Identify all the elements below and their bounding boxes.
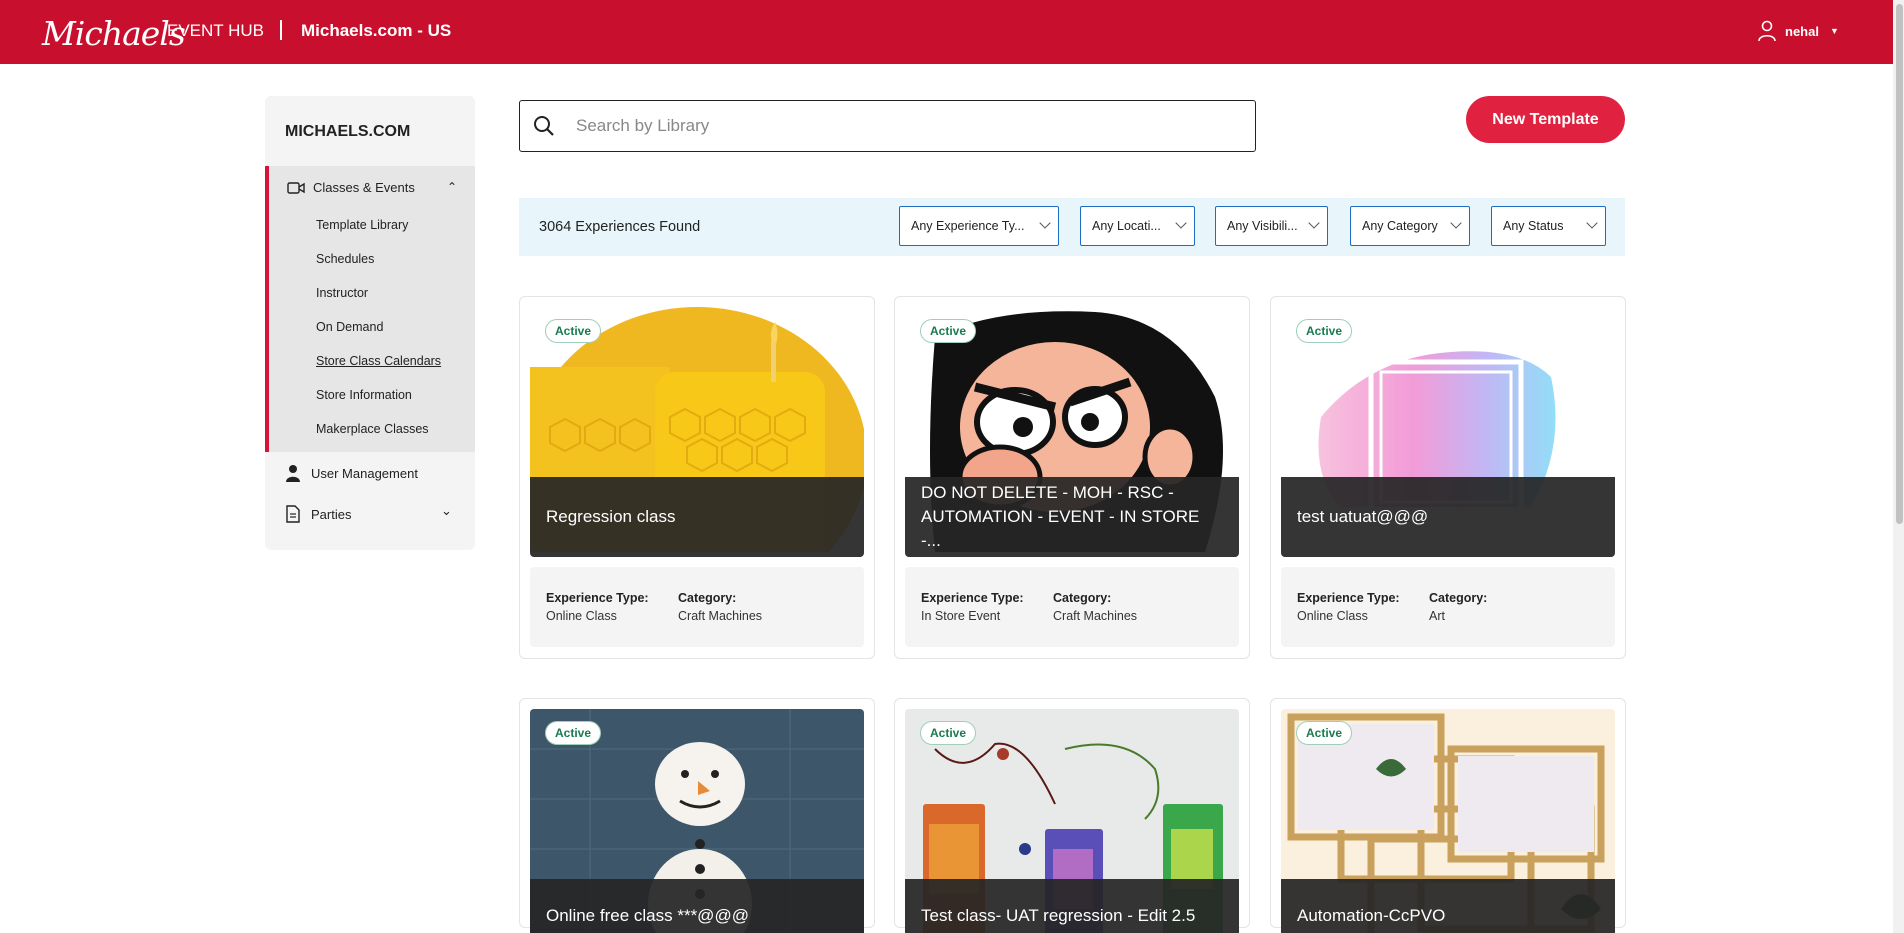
experience-type-label: Experience Type: — [546, 591, 649, 605]
sidebar-item-instructor[interactable]: Instructor — [316, 286, 368, 300]
experience-card[interactable]: Active Automation-CcPVO — [1270, 698, 1626, 933]
chevron-down-icon — [1039, 217, 1051, 229]
status-badge: Active — [545, 721, 602, 745]
filter-bar: 3064 Experiences Found Any Experience Ty… — [519, 198, 1625, 256]
user-name: nehal — [1785, 23, 1819, 39]
sidebar: MICHAELS.COM Classes & Events ⌃ Template… — [265, 96, 475, 550]
user-menu[interactable]: nehal ▼ — [1757, 20, 1839, 42]
sidebar-item-label: User Management — [311, 465, 418, 481]
card-title: Test class- UAT regression - Edit 2.5 — [905, 879, 1239, 933]
experience-card[interactable]: Active Test class- UAT regression - Edit… — [894, 698, 1250, 933]
category-value: Art — [1429, 609, 1445, 623]
chevron-down-icon — [1586, 217, 1598, 229]
experience-card[interactable]: Active test uatuat@@@ Experience Type: O… — [1270, 296, 1626, 659]
experience-type-label: Experience Type: — [921, 591, 1024, 605]
experience-type-dropdown[interactable]: Any Experience Ty... — [899, 206, 1059, 246]
search-input[interactable] — [576, 116, 1216, 136]
sidebar-item-parties[interactable]: Parties — [285, 505, 351, 523]
search-icon — [534, 116, 554, 136]
sidebar-section-label: Classes & Events — [313, 180, 415, 195]
search-bar[interactable] — [519, 100, 1256, 152]
card-title: DO NOT DELETE - MOH - RSC - AUTOMATION -… — [905, 477, 1239, 557]
experience-card[interactable]: Active DO NOT DELETE - MOH - RSC - AUTOM… — [894, 296, 1250, 659]
card-title: Regression class — [530, 477, 864, 557]
experience-type-value: Online Class — [1297, 609, 1368, 623]
header-divider — [280, 20, 282, 40]
card-title: Automation-CcPVO — [1281, 879, 1615, 933]
category-value: Craft Machines — [678, 609, 763, 623]
chevron-down-icon: ▼ — [1829, 26, 1839, 36]
experience-type-value: In Store Event — [921, 609, 1001, 623]
card-info: Experience Type: Online Class Category: … — [1281, 567, 1615, 647]
experience-type-label: Experience Type: — [1297, 591, 1400, 605]
event-hub-label: EVENT HUB — [167, 21, 264, 40]
status-dropdown[interactable]: Any Status — [1491, 206, 1606, 246]
new-template-button[interactable]: New Template — [1466, 96, 1625, 143]
card-info: Experience Type: In Store Event Category… — [905, 567, 1239, 647]
person-icon — [286, 465, 300, 482]
sidebar-item-user-management[interactable]: User Management — [285, 464, 418, 482]
sidebar-item-store-information[interactable]: Store Information — [316, 388, 412, 402]
category-value: Craft Machines — [1053, 609, 1138, 623]
sidebar-item-schedules[interactable]: Schedules — [316, 252, 374, 266]
visibility-dropdown[interactable]: Any Visibili... — [1215, 206, 1328, 246]
sidebar-item-store-class-calendars[interactable]: Store Class Calendars — [316, 354, 441, 368]
category-dropdown[interactable]: Any Category — [1350, 206, 1470, 246]
sidebar-title: MICHAELS.COM — [285, 123, 411, 140]
document-icon — [286, 505, 300, 523]
chevron-down-icon — [1175, 217, 1187, 229]
experience-card[interactable]: Active Regression class Experience Type:… — [519, 296, 875, 659]
user-icon — [1758, 20, 1776, 42]
category-label: Category: — [1429, 591, 1488, 605]
chevron-down-icon — [1450, 217, 1462, 229]
card-info: Experience Type: Online Class Category: … — [530, 567, 864, 647]
card-title: Online free class ***@@@ — [530, 879, 864, 933]
card-title: test uatuat@@@ — [1281, 477, 1615, 557]
site-selector[interactable]: Michaels.com - US — [301, 21, 451, 41]
michaels-logo[interactable]: Michaels — [42, 14, 186, 53]
sidebar-item-template-library[interactable]: Template Library — [316, 218, 408, 232]
sidebar-item-on-demand[interactable]: On Demand — [316, 320, 383, 334]
status-badge: Active — [920, 721, 977, 745]
category-label: Category: — [1053, 591, 1112, 605]
chevron-up-icon[interactable]: ⌃ — [447, 180, 457, 194]
sidebar-section-classes-events: Classes & Events ⌃ Template Library Sche… — [265, 166, 475, 452]
sidebar-item-makerplace-classes[interactable]: Makerplace Classes — [316, 422, 429, 436]
chevron-down-icon — [1308, 217, 1320, 229]
experience-card[interactable]: Active Online free class ***@@@ — [519, 698, 875, 933]
top-nav-bar: Michaels EVENT HUB Michaels.com - US neh… — [0, 0, 1893, 64]
chevron-down-icon[interactable]: ⌄ — [441, 503, 452, 519]
status-badge: Active — [545, 319, 602, 343]
status-badge: Active — [920, 319, 977, 343]
experience-type-value: Online Class — [546, 609, 617, 623]
category-label: Category: — [678, 591, 737, 605]
sidebar-item-classes-events[interactable]: Classes & Events — [287, 180, 415, 195]
status-badge: Active — [1296, 721, 1353, 745]
location-dropdown[interactable]: Any Locati... — [1080, 206, 1195, 246]
video-camera-icon — [287, 181, 305, 194]
sidebar-item-label: Parties — [311, 506, 352, 522]
results-count: 3064 Experiences Found — [539, 219, 701, 235]
scrollbar-thumb[interactable] — [1896, 4, 1903, 524]
status-badge: Active — [1296, 319, 1353, 343]
